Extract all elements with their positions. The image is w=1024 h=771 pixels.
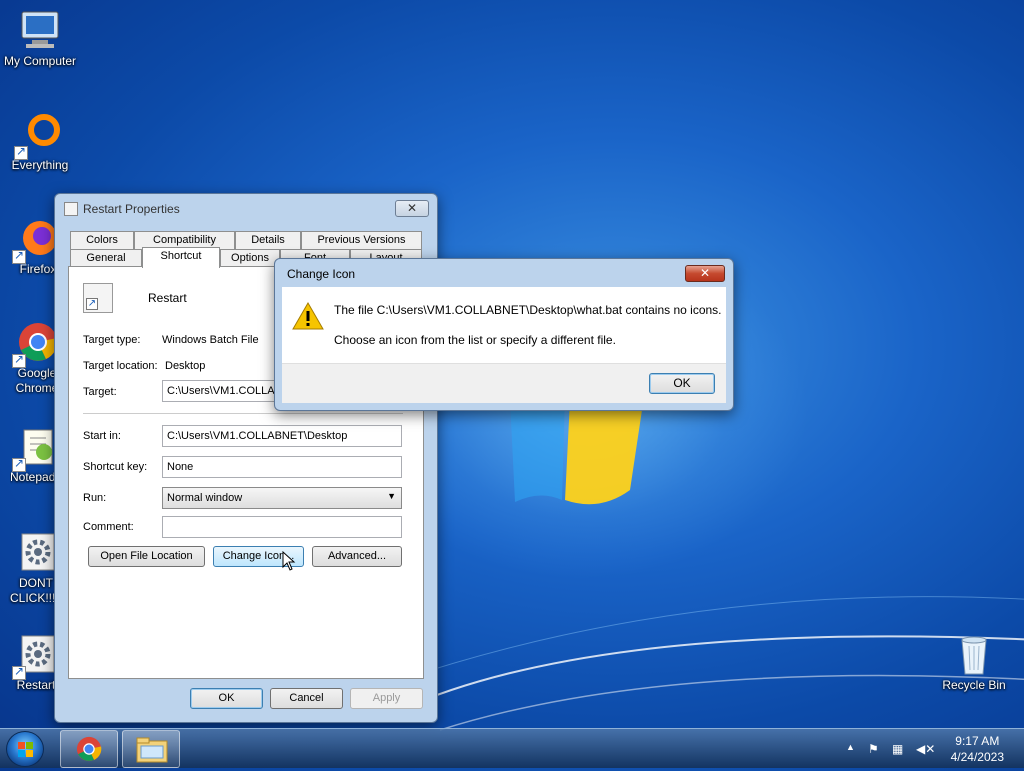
properties-title: Restart Properties bbox=[83, 202, 180, 216]
tab-general[interactable]: General bbox=[70, 249, 142, 267]
target-type-value: Windows Batch File bbox=[162, 334, 259, 346]
message-line-1: The file C:\Users\VM1.COLLABNET\Desktop\… bbox=[334, 303, 722, 317]
run-select-value: Normal window bbox=[167, 492, 243, 504]
shortcut-arrow-icon bbox=[14, 144, 28, 160]
wallpaper-wave bbox=[400, 596, 1024, 731]
open-file-location-button[interactable]: Open File Location bbox=[88, 546, 205, 567]
apply-button[interactable]: Apply bbox=[350, 688, 423, 709]
shortcut-arrow-icon bbox=[12, 352, 26, 368]
shortcut-name: Restart bbox=[148, 291, 187, 305]
volume-muted-icon[interactable]: ◀✕ bbox=[916, 742, 935, 756]
tab-options[interactable]: Options bbox=[220, 249, 280, 267]
separator bbox=[83, 413, 403, 414]
target-type-label: Target type: bbox=[83, 334, 141, 346]
ok-button[interactable]: OK bbox=[649, 373, 715, 394]
comment-input[interactable] bbox=[162, 516, 402, 538]
change-icon-titlebar[interactable]: Change Icon ✕ bbox=[275, 259, 733, 287]
message-area: The file C:\Users\VM1.COLLABNET\Desktop\… bbox=[282, 287, 726, 363]
tab-colors[interactable]: Colors bbox=[70, 231, 134, 249]
clock[interactable]: 9:17 AM 4/24/2023 bbox=[951, 733, 1004, 765]
ok-button[interactable]: OK bbox=[190, 688, 263, 709]
target-location-label: Target location: bbox=[83, 360, 158, 372]
desktop-icon-label: Everything bbox=[11, 158, 69, 172]
dialog-button-area: OK bbox=[282, 363, 726, 403]
close-button[interactable]: ✕ bbox=[685, 265, 725, 282]
network-icon[interactable]: ▦ bbox=[892, 742, 908, 756]
shortcut-file-icon: ↗ bbox=[83, 283, 113, 313]
shortcut-key-label: Shortcut key: bbox=[83, 461, 148, 473]
run-select[interactable]: Normal window ▼ bbox=[162, 487, 402, 509]
computer-icon bbox=[18, 8, 62, 52]
start-in-input[interactable]: C:\Users\VM1.COLLABNET\Desktop bbox=[162, 425, 402, 447]
run-label: Run: bbox=[83, 492, 107, 504]
target-location-value: Desktop bbox=[165, 360, 206, 372]
shortcut-arrow-icon bbox=[12, 248, 26, 264]
taskbar-explorer-button[interactable] bbox=[122, 730, 180, 768]
start-in-label: Start in: bbox=[83, 430, 121, 442]
cancel-button[interactable]: Cancel bbox=[270, 688, 343, 709]
shortcut-key-input[interactable]: None bbox=[162, 456, 402, 478]
warning-icon bbox=[292, 301, 324, 330]
shortcut-icon bbox=[64, 202, 78, 216]
shortcut-arrow-icon bbox=[12, 664, 26, 680]
desktop-icon-label: My Computer bbox=[3, 54, 77, 68]
comment-label: Comment: bbox=[83, 521, 134, 533]
windows-logo-icon bbox=[18, 742, 33, 757]
shortcut-arrow-icon bbox=[12, 456, 26, 472]
target-label: Target: bbox=[83, 386, 117, 398]
message-line-2: Choose an icon from the list or specify … bbox=[334, 333, 616, 347]
desktop-icon-everything[interactable]: Everything bbox=[0, 112, 80, 173]
chevron-down-icon: ▼ bbox=[387, 491, 396, 501]
action-center-icon[interactable]: ⚑ bbox=[868, 742, 884, 756]
tab-shortcut[interactable]: Shortcut bbox=[142, 247, 220, 268]
explorer-icon bbox=[136, 737, 168, 763]
desktop-icon-my-computer[interactable]: My Computer bbox=[0, 8, 80, 69]
mouse-cursor-icon bbox=[282, 551, 296, 571]
desktop-icon-recycle-bin[interactable]: Recycle Bin bbox=[934, 632, 1014, 693]
tab-previous-versions[interactable]: Previous Versions bbox=[301, 231, 422, 249]
properties-titlebar[interactable]: Restart Properties ✕ bbox=[55, 194, 437, 222]
everything-icon bbox=[14, 112, 62, 160]
show-hidden-icons-icon[interactable]: ▲ bbox=[846, 742, 862, 756]
taskbar: ▲ ⚑ ▦ ◀✕ 9:17 AM 4/24/2023 bbox=[0, 728, 1024, 768]
change-icon-dialog: Change Icon ✕ The file C:\Users\VM1.COLL… bbox=[274, 258, 734, 411]
clock-date: 4/24/2023 bbox=[950, 750, 1004, 764]
shortcut-arrow-icon: ↗ bbox=[86, 298, 98, 310]
taskbar-chrome-button[interactable] bbox=[60, 730, 118, 768]
change-icon-title: Change Icon bbox=[287, 267, 356, 281]
recycle-bin-icon bbox=[952, 632, 996, 676]
tab-details[interactable]: Details bbox=[235, 231, 301, 249]
start-button[interactable] bbox=[6, 731, 44, 767]
advanced-button[interactable]: Advanced... bbox=[312, 546, 402, 567]
chrome-icon bbox=[76, 736, 102, 762]
close-button[interactable]: ✕ bbox=[395, 200, 429, 217]
desktop-icon-label: Recycle Bin bbox=[942, 678, 1006, 692]
clock-time: 9:17 AM bbox=[955, 734, 1000, 748]
